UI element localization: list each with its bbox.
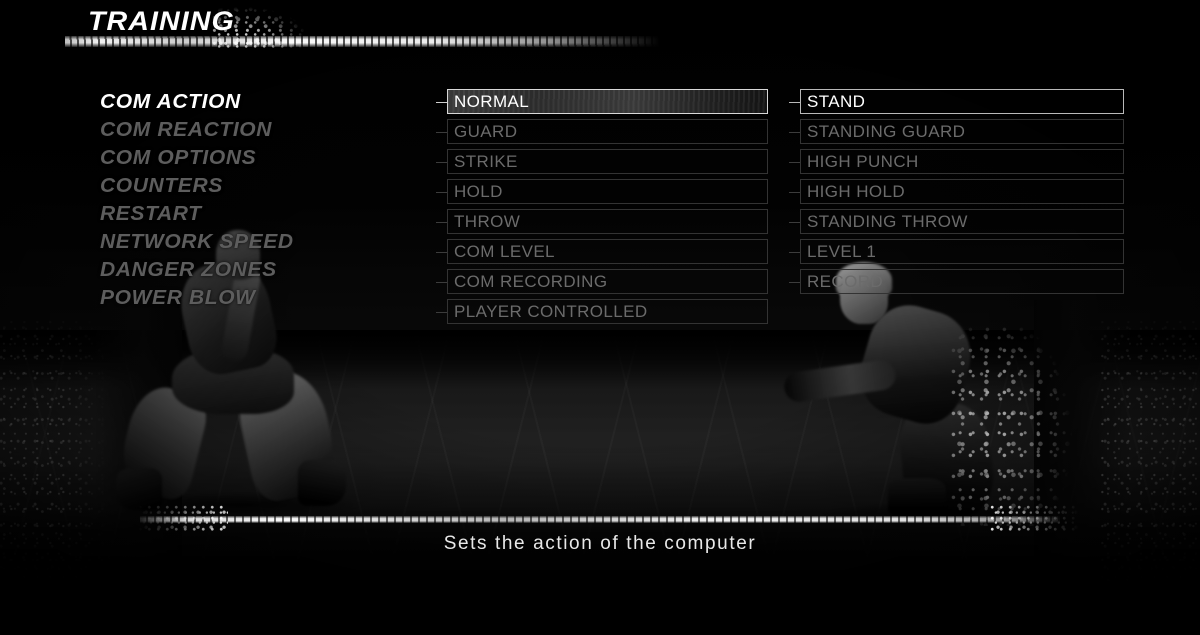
footer-brush-stroke <box>140 516 1060 523</box>
row-connector-dash-icon <box>436 222 447 223</box>
training-menu-screen: TRAINING COM ACTION COM REACTION COM OPT… <box>0 0 1200 635</box>
option-label: STRIKE <box>454 151 518 171</box>
value-label: HIGH PUNCH <box>807 151 919 171</box>
title-brush-stroke <box>65 36 660 47</box>
option-row-normal[interactable]: NORMAL <box>436 88 768 118</box>
sidebar-item-power-blow[interactable]: POWER BLOW <box>100 284 415 312</box>
option-row-hold[interactable]: HOLD <box>436 178 768 208</box>
value-row-level-1[interactable]: LEVEL 1 <box>789 238 1124 268</box>
value-box[interactable]: STAND <box>800 89 1124 114</box>
value-label: HIGH HOLD <box>807 181 906 201</box>
value-box[interactable]: RECORD <box>800 269 1124 294</box>
option-row-guard[interactable]: GUARD <box>436 118 768 148</box>
option-label: PLAYER CONTROLLED <box>454 301 648 321</box>
option-label: THROW <box>454 211 521 231</box>
row-connector-dash-icon <box>789 132 800 133</box>
row-connector-dash-icon <box>436 282 447 283</box>
value-label: RECORD <box>807 271 884 291</box>
option-row-throw[interactable]: THROW <box>436 208 768 238</box>
option-row-com-recording[interactable]: COM RECORDING <box>436 268 768 298</box>
value-box[interactable]: STANDING GUARD <box>800 119 1124 144</box>
value-label: STANDING GUARD <box>807 121 966 141</box>
row-connector-dash-icon <box>436 192 447 193</box>
option-column-middle: NORMAL GUARD STRIKE HOLD THROW COM LEVEL… <box>436 88 768 328</box>
option-row-com-level[interactable]: COM LEVEL <box>436 238 768 268</box>
option-box[interactable]: COM RECORDING <box>447 269 768 294</box>
option-box[interactable]: GUARD <box>447 119 768 144</box>
value-box[interactable]: STANDING THROW <box>800 209 1124 234</box>
page-title: TRAINING <box>88 6 235 36</box>
row-connector-dash-icon <box>789 162 800 163</box>
option-label: NORMAL <box>454 91 530 111</box>
sidebar-item-com-options[interactable]: COM OPTIONS <box>100 144 415 172</box>
row-connector-dash-icon <box>436 132 447 133</box>
row-connector-dash-icon <box>789 282 800 283</box>
row-connector-dash-icon <box>789 222 800 223</box>
option-label: COM RECORDING <box>454 271 608 291</box>
option-box[interactable]: STRIKE <box>447 149 768 174</box>
option-box[interactable]: THROW <box>447 209 768 234</box>
header: TRAINING <box>0 0 1200 60</box>
value-row-standing-guard[interactable]: STANDING GUARD <box>789 118 1124 148</box>
row-connector-dash-icon <box>436 252 447 253</box>
row-connector-dash-icon <box>789 252 800 253</box>
sidebar-item-com-action[interactable]: COM ACTION <box>100 88 415 116</box>
option-box[interactable]: NORMAL <box>447 89 768 114</box>
option-box[interactable]: HOLD <box>447 179 768 204</box>
value-row-standing-throw[interactable]: STANDING THROW <box>789 208 1124 238</box>
value-row-record[interactable]: RECORD <box>789 268 1124 298</box>
value-box[interactable]: LEVEL 1 <box>800 239 1124 264</box>
sidebar-menu: COM ACTION COM REACTION COM OPTIONS COUN… <box>100 88 400 312</box>
sidebar-item-danger-zones[interactable]: DANGER ZONES <box>100 256 415 284</box>
sidebar-item-network-speed[interactable]: NETWORK SPEED <box>100 228 415 256</box>
option-column-right: STAND STANDING GUARD HIGH PUNCH HIGH HOL… <box>789 88 1124 298</box>
sidebar-item-restart[interactable]: RESTART <box>100 200 415 228</box>
value-row-high-hold[interactable]: HIGH HOLD <box>789 178 1124 208</box>
value-row-stand[interactable]: STAND <box>789 88 1124 118</box>
option-row-player-controlled[interactable]: PLAYER CONTROLLED <box>436 298 768 328</box>
sidebar-item-com-reaction[interactable]: COM REACTION <box>100 116 415 144</box>
footer-description-text: Sets the action of the computer <box>443 533 757 554</box>
value-box[interactable]: HIGH PUNCH <box>800 149 1124 174</box>
row-connector-dash-icon <box>436 102 447 103</box>
row-connector-dash-icon <box>436 162 447 163</box>
value-label: LEVEL 1 <box>807 241 877 261</box>
row-connector-dash-icon <box>436 312 447 313</box>
option-box[interactable]: COM LEVEL <box>447 239 768 264</box>
value-box[interactable]: HIGH HOLD <box>800 179 1124 204</box>
row-connector-dash-icon <box>789 102 800 103</box>
value-label: STANDING THROW <box>807 211 968 231</box>
value-label: STAND <box>807 91 866 111</box>
sidebar-item-counters[interactable]: COUNTERS <box>100 172 415 200</box>
option-row-strike[interactable]: STRIKE <box>436 148 768 178</box>
value-row-high-punch[interactable]: HIGH PUNCH <box>789 148 1124 178</box>
option-label: COM LEVEL <box>454 241 555 261</box>
option-box[interactable]: PLAYER CONTROLLED <box>447 299 768 324</box>
option-label: GUARD <box>454 121 518 141</box>
row-connector-dash-icon <box>789 192 800 193</box>
option-label: HOLD <box>454 181 503 201</box>
